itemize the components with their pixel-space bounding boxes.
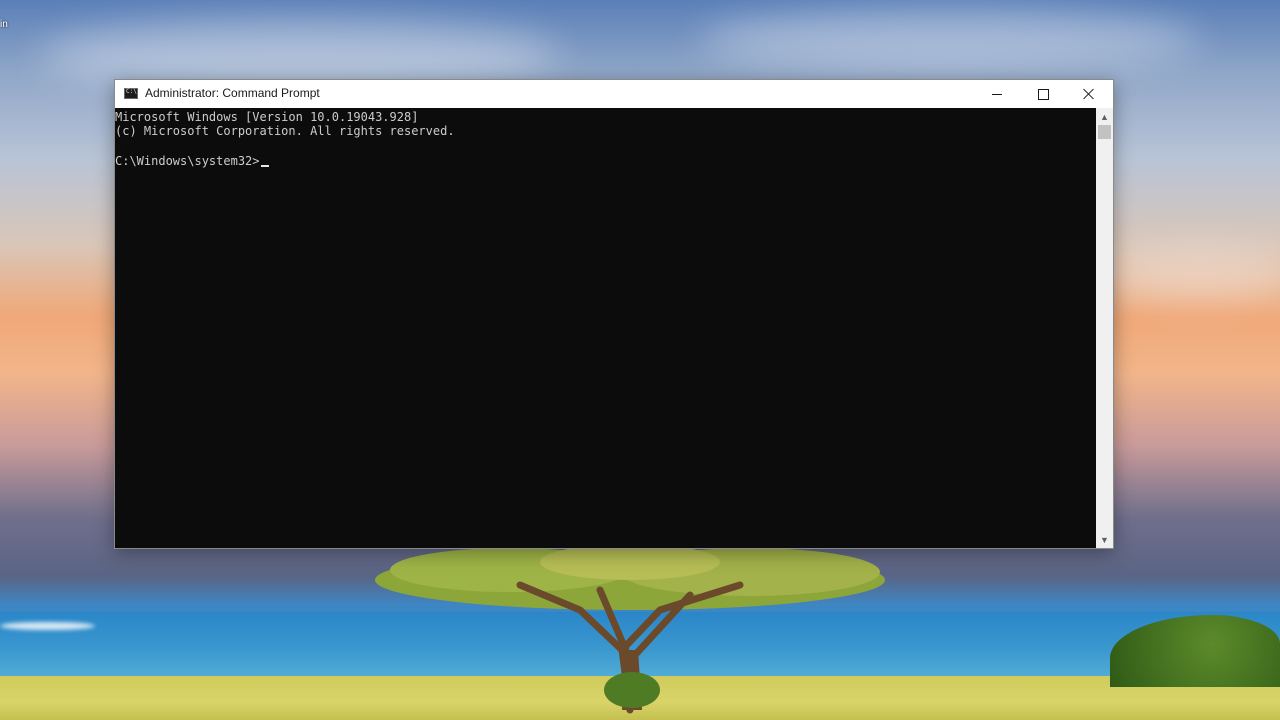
tree-illustration: [375, 544, 885, 714]
prompt-text: C:\Windows\system32>: [115, 154, 260, 168]
console-output[interactable]: Microsoft Windows [Version 10.0.19043.92…: [115, 108, 1096, 548]
console-line: (c) Microsoft Corporation. All rights re…: [115, 124, 455, 138]
text-cursor: [260, 165, 269, 167]
wave: [0, 622, 95, 630]
maximize-button[interactable]: [1020, 80, 1066, 108]
command-prompt-window[interactable]: Administrator: Command Prompt Microsoft …: [114, 79, 1114, 549]
title-bar[interactable]: Administrator: Command Prompt: [115, 80, 1113, 108]
cmd-icon[interactable]: [124, 88, 138, 99]
cloud: [1100, 250, 1280, 300]
scroll-down-button[interactable]: ▼: [1096, 531, 1113, 548]
scroll-up-button[interactable]: ▲: [1096, 108, 1113, 125]
prompt-line[interactable]: C:\Windows\system32>: [115, 154, 269, 168]
vertical-scrollbar[interactable]: ▲ ▼: [1096, 108, 1113, 548]
scrollbar-thumb[interactable]: [1098, 125, 1111, 139]
close-icon: [1083, 88, 1095, 100]
cloud: [700, 10, 1200, 70]
minimize-icon: [992, 93, 1002, 95]
close-button[interactable]: [1066, 80, 1112, 108]
console-line: Microsoft Windows [Version 10.0.19043.92…: [115, 110, 419, 124]
chevron-down-icon: ▼: [1100, 534, 1109, 545]
chevron-up-icon: ▲: [1100, 111, 1109, 122]
minimize-button[interactable]: [974, 80, 1020, 108]
desktop: in Administrator: Command Prompt Microso…: [0, 0, 1280, 720]
desktop-icon-label[interactable]: in: [0, 19, 8, 30]
window-title: Administrator: Command Prompt: [145, 86, 320, 100]
maximize-icon: [1037, 88, 1049, 100]
